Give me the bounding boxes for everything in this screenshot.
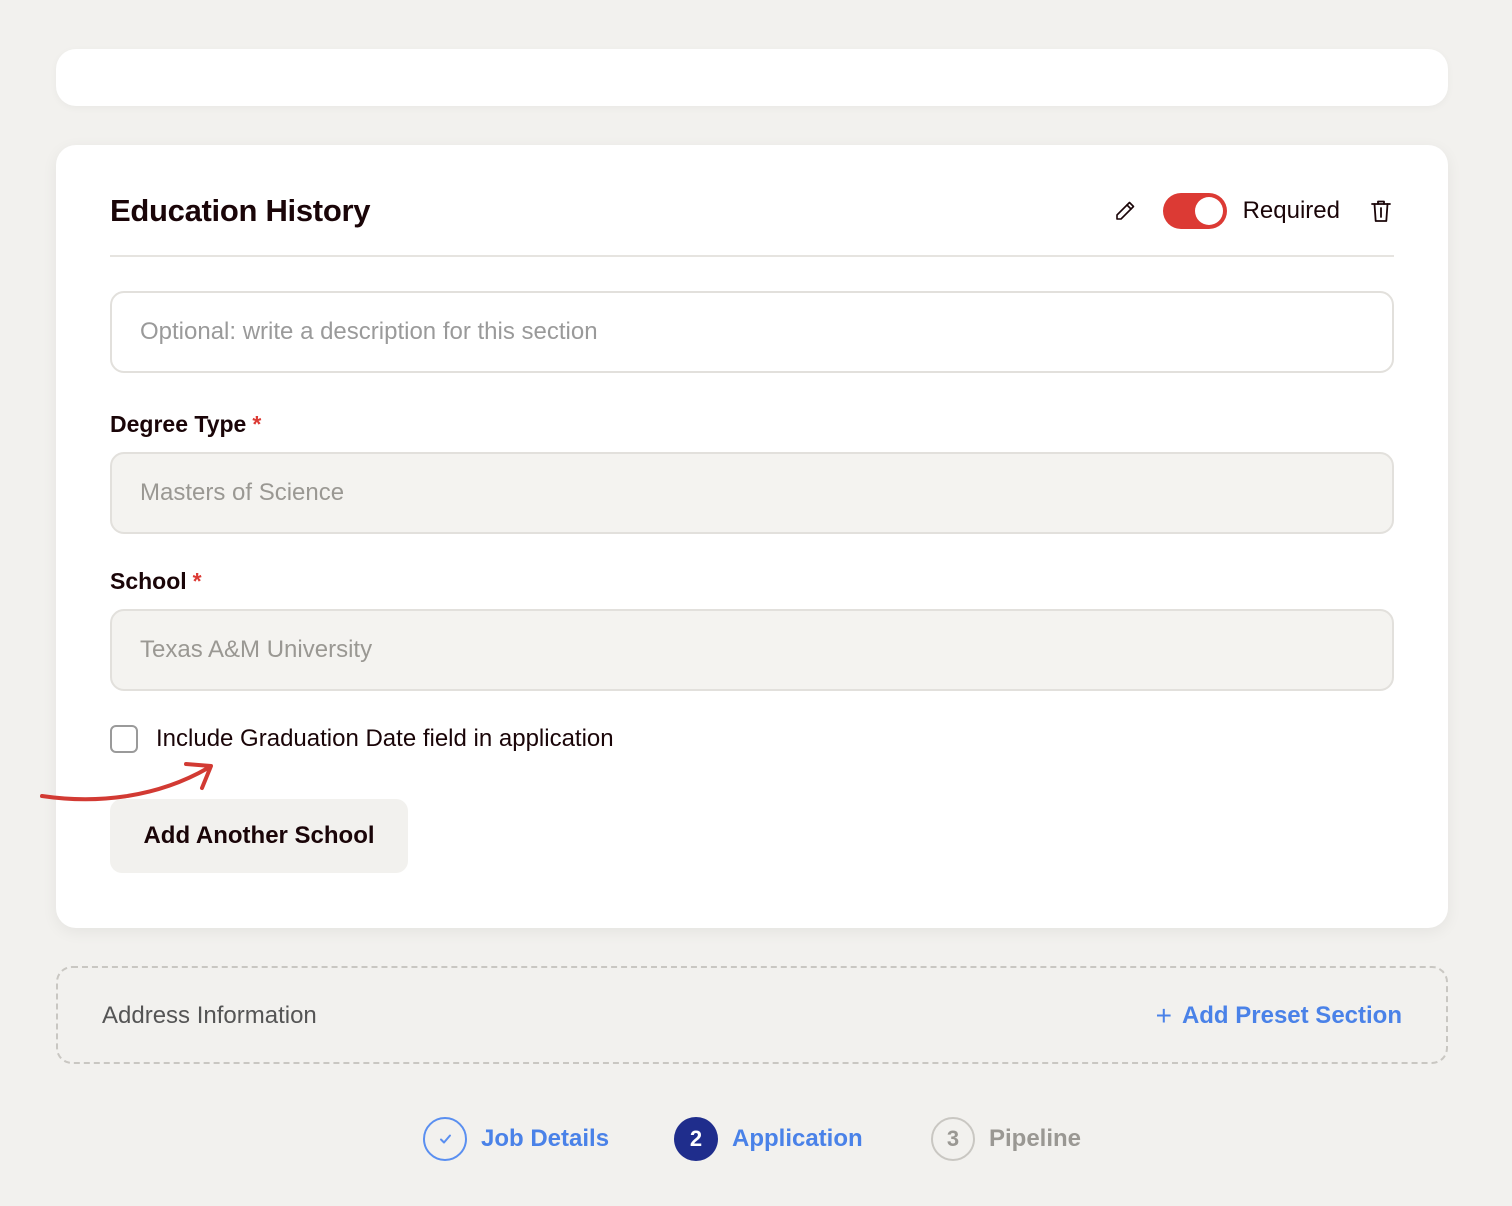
step-number: 2 bbox=[674, 1117, 718, 1161]
header-divider bbox=[110, 255, 1394, 257]
graduation-date-checkbox-label: Include Graduation Date field in applica… bbox=[156, 725, 614, 752]
degree-type-field[interactable]: Masters of Science bbox=[110, 452, 1394, 534]
school-label: School * bbox=[110, 568, 202, 595]
step-pipeline[interactable]: 3 Pipeline bbox=[931, 1116, 1081, 1162]
address-information-section: Address Information + Add Preset Section bbox=[56, 966, 1448, 1064]
progress-stepper: Job Details 2 Application 3 Pipeline bbox=[0, 1116, 1512, 1162]
step-label: Application bbox=[732, 1125, 863, 1152]
section-title: Education History bbox=[110, 193, 371, 228]
school-value: Texas A&M University bbox=[140, 636, 373, 663]
section-header-actions: Required bbox=[1111, 192, 1394, 230]
add-preset-section-label: Add Preset Section bbox=[1181, 1002, 1402, 1029]
step-application[interactable]: 2 Application bbox=[674, 1116, 863, 1162]
check-icon bbox=[423, 1117, 467, 1161]
required-label: Required bbox=[1242, 197, 1340, 224]
degree-type-label-text: Degree Type bbox=[110, 411, 247, 437]
step-label: Job Details bbox=[481, 1125, 610, 1152]
degree-type-label: Degree Type * bbox=[110, 411, 261, 438]
step-number: 3 bbox=[931, 1117, 975, 1161]
toggle-knob bbox=[1194, 197, 1223, 225]
required-toggle[interactable] bbox=[1162, 193, 1227, 229]
required-asterisk: * bbox=[192, 568, 202, 594]
required-asterisk: * bbox=[252, 411, 262, 437]
graduation-date-option[interactable]: Include Graduation Date field in applica… bbox=[110, 725, 614, 753]
degree-type-value: Masters of Science bbox=[140, 479, 345, 506]
section-description-input[interactable] bbox=[110, 291, 1394, 373]
step-job-details[interactable]: Job Details bbox=[423, 1116, 609, 1162]
add-preset-section-button[interactable]: + Add Preset Section bbox=[1156, 968, 1402, 1064]
collapsed-section-card bbox=[56, 49, 1448, 106]
address-information-label: Address Information bbox=[102, 1002, 317, 1029]
trash-icon[interactable] bbox=[1368, 197, 1394, 225]
school-label-text: School bbox=[110, 568, 187, 594]
plus-icon: + bbox=[1155, 1000, 1172, 1031]
step-label: Pipeline bbox=[989, 1125, 1082, 1152]
pencil-icon[interactable] bbox=[1111, 197, 1139, 225]
school-field[interactable]: Texas A&M University bbox=[110, 609, 1394, 691]
education-history-card: Education History Required Degree Type* … bbox=[56, 145, 1448, 928]
graduation-date-checkbox[interactable] bbox=[110, 725, 138, 753]
annotation-arrow-icon bbox=[40, 762, 213, 802]
